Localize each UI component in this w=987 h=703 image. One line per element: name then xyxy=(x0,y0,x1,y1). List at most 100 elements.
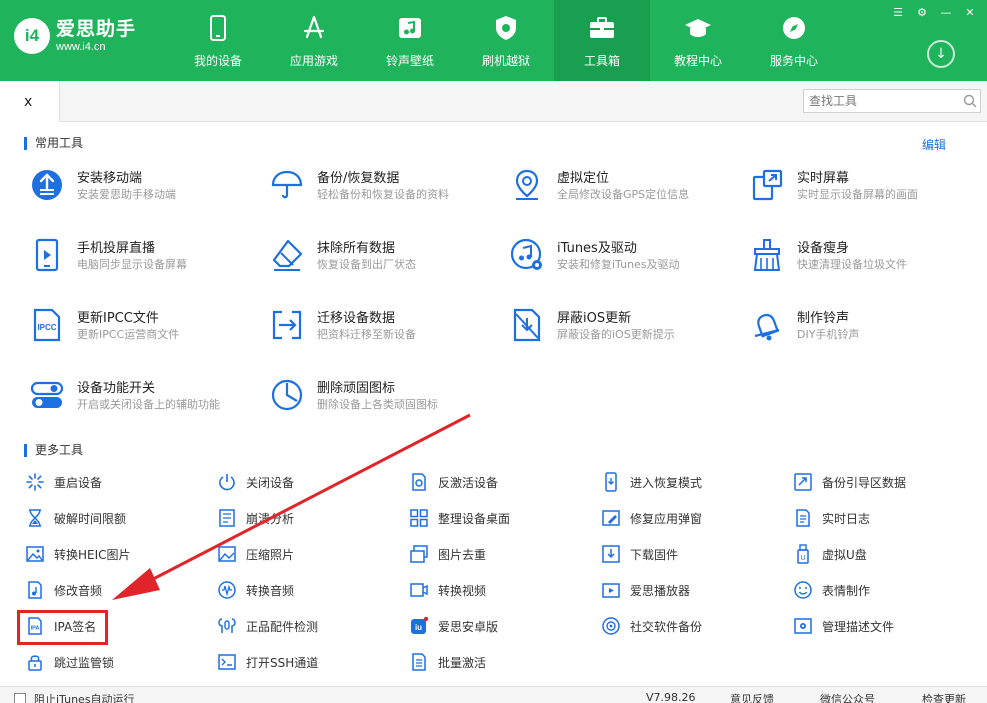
tool-title: 手机投屏直播 xyxy=(77,241,156,256)
settings-icon[interactable]: ⚙ xyxy=(911,4,933,20)
nav-apps-games[interactable]: 应用游戏 xyxy=(266,0,362,81)
nav-label: 教程中心 xyxy=(673,54,722,68)
nav-service-center[interactable]: 服务中心 xyxy=(746,0,842,81)
feedback-link[interactable]: 意见反馈 xyxy=(730,691,774,703)
tool-desc: DIY手机铃声 xyxy=(797,328,860,341)
heic-image-icon xyxy=(24,543,46,565)
tool-crash-analysis[interactable]: 崩溃分析 xyxy=(216,506,408,530)
download-icon[interactable]: ↓ xyxy=(927,40,955,68)
tool-social-backup[interactable]: 社交软件备份 xyxy=(600,614,792,638)
tool-live-screen[interactable]: 实时屏幕 实时显示设备屏幕的画面 xyxy=(748,166,987,216)
tool-manage-profiles[interactable]: 管理描述文件 xyxy=(792,614,984,638)
tool-label: 批量激活 xyxy=(438,655,487,670)
tool-convert-heic[interactable]: 转换HEIC图片 xyxy=(24,542,216,566)
tool-backup-boot[interactable]: 备份引导区数据 xyxy=(792,470,984,494)
tool-block-ios-update[interactable]: 屏蔽iOS更新 屏蔽设备的iOS更新提示 xyxy=(508,306,748,356)
tool-batch-activate[interactable]: 批量激活 xyxy=(408,650,600,674)
window-controls: ☰ ⚙ — ✕ xyxy=(887,4,981,20)
nav-tutorials[interactable]: 教程中心 xyxy=(650,0,746,81)
tool-update-ipcc[interactable]: IPCC 更新IPCC文件 更新IPCC运营商文件 xyxy=(28,306,268,356)
tool-itunes-driver[interactable]: iTunes及驱动 安装和修复iTunes及驱动 xyxy=(508,236,748,286)
tool-skip-mdm-lock[interactable]: 跳过监管锁 xyxy=(24,650,216,674)
tool-edit-audio[interactable]: 修改音频 xyxy=(24,578,216,602)
tool-title: 安装移动端 xyxy=(77,171,143,186)
tool-shutdown-device[interactable]: 关闭设备 xyxy=(216,470,408,494)
tool-emoji-maker[interactable]: 表情制作 xyxy=(792,578,984,602)
tool-desc: 更新IPCC运营商文件 xyxy=(77,328,180,341)
tool-migrate-data[interactable]: 迁移设备数据 把资料迁移至新设备 xyxy=(268,306,508,356)
tool-convert-audio[interactable]: 转换音频 xyxy=(216,578,408,602)
tool-dedupe-image[interactable]: 图片去重 xyxy=(408,542,600,566)
search-icon[interactable] xyxy=(959,90,980,112)
search-input[interactable] xyxy=(804,90,959,112)
tool-open-ssh[interactable]: 打开SSH通道 xyxy=(216,650,408,674)
tool-repair-popup[interactable]: 修复应用弹窗 xyxy=(600,506,792,530)
tool-feature-toggle[interactable]: 设备功能开关 开启或关闭设备上的辅助功能 xyxy=(28,376,268,426)
tool-deactivate-device[interactable]: 反激活设备 xyxy=(408,470,600,494)
tool-crack-time-limit[interactable]: 破解时间限额 xyxy=(24,506,216,530)
itunes-icon xyxy=(508,236,546,274)
tool-label: 实时日志 xyxy=(822,511,871,526)
tool-virtual-usb[interactable]: U 虚拟U盘 xyxy=(792,542,984,566)
nav-toolbox[interactable]: 工具箱 xyxy=(554,0,650,81)
tool-label: 重启设备 xyxy=(54,475,103,490)
power-icon xyxy=(216,471,238,493)
dedupe-image-icon xyxy=(408,543,430,565)
tab-current[interactable]: x xyxy=(0,81,60,122)
tool-organize-desktop[interactable]: 整理设备桌面 xyxy=(408,506,600,530)
tool-desc: 全局修改设备GPS定位信息 xyxy=(557,188,690,201)
tool-desc: 安装爱思助手移动端 xyxy=(77,188,176,201)
tool-title: iTunes及驱动 xyxy=(557,241,637,256)
tool-recovery-mode[interactable]: 进入恢复模式 xyxy=(600,470,792,494)
tool-accessory-check[interactable]: 正品配件检测 xyxy=(216,614,408,638)
recovery-mode-icon xyxy=(600,471,622,493)
tool-label: 崩溃分析 xyxy=(246,511,295,526)
tool-label: 修改音频 xyxy=(54,583,103,598)
nav-my-device[interactable]: 我的设备 xyxy=(170,0,266,81)
location-pin-icon xyxy=(508,166,546,204)
install-mobile-icon xyxy=(28,166,66,204)
tool-erase-all[interactable]: 抹除所有数据 恢复设备到出厂状态 xyxy=(268,236,508,286)
download-firmware-icon xyxy=(600,543,622,565)
minimize-icon[interactable]: — xyxy=(935,4,957,20)
video-convert-icon xyxy=(408,579,430,601)
tool-device-slim[interactable]: 设备瘦身 快速清理设备垃圾文件 xyxy=(748,236,987,286)
tool-desc: 把资料迁移至新设备 xyxy=(317,328,416,341)
tool-download-firmware[interactable]: 下载固件 xyxy=(600,542,792,566)
tool-desc: 开启或关闭设备上的辅助功能 xyxy=(77,398,220,411)
wechat-link[interactable]: 微信公众号 xyxy=(820,691,875,703)
audio-edit-icon xyxy=(24,579,46,601)
tab-bar: x xyxy=(0,81,987,122)
tool-delete-stubborn-icon[interactable]: 删除顽固图标 删除设备上各类顽固图标 xyxy=(268,376,508,426)
tool-make-ringtone[interactable]: 制作铃声 DIY手机铃声 xyxy=(748,306,987,356)
tool-restart-device[interactable]: 重启设备 xyxy=(24,470,216,494)
compass-icon xyxy=(780,14,808,42)
tool-label: 修复应用弹窗 xyxy=(630,511,703,526)
tool-install-mobile[interactable]: 安装移动端安装爱思助手移动端 xyxy=(28,166,268,216)
tool-realtime-log[interactable]: 实时日志 xyxy=(792,506,984,530)
tool-title: 抹除所有数据 xyxy=(317,241,396,256)
logo-mark: i4 xyxy=(14,18,50,54)
tool-title: 制作铃声 xyxy=(797,311,850,326)
block-itunes-checkbox[interactable] xyxy=(14,693,26,703)
audio-convert-icon xyxy=(216,579,238,601)
nav-flash-jailbreak[interactable]: 刷机越狱 xyxy=(458,0,554,81)
close-icon[interactable]: ✕ xyxy=(959,4,981,20)
tool-label: 虚拟U盘 xyxy=(822,547,867,562)
edit-button[interactable]: 编辑 xyxy=(922,136,946,153)
tool-virtual-location[interactable]: 虚拟定位 全局修改设备GPS定位信息 xyxy=(508,166,748,216)
player-icon xyxy=(600,579,622,601)
tool-i4-player[interactable]: 爱思播放器 xyxy=(600,578,792,602)
shield-icon xyxy=(492,14,520,42)
tool-convert-video[interactable]: 转换视频 xyxy=(408,578,600,602)
tool-i4-android[interactable]: iu 爱思安卓版 xyxy=(408,614,600,638)
tool-screen-cast[interactable]: 手机投屏直播 电脑同步显示设备屏幕 xyxy=(28,236,268,286)
skin-icon[interactable]: ☰ xyxy=(887,4,909,20)
tool-backup-restore[interactable]: 备份/恢复数据 轻松备份和恢复设备的资料 xyxy=(268,166,508,216)
terminal-icon xyxy=(216,651,238,673)
nav-ringtones-wallpapers[interactable]: 铃声壁纸 xyxy=(362,0,458,81)
check-update-link[interactable]: 检查更新 xyxy=(922,691,966,703)
phone-icon xyxy=(204,14,232,42)
crash-analysis-icon xyxy=(216,507,238,529)
tool-compress-photo[interactable]: 压缩照片 xyxy=(216,542,408,566)
